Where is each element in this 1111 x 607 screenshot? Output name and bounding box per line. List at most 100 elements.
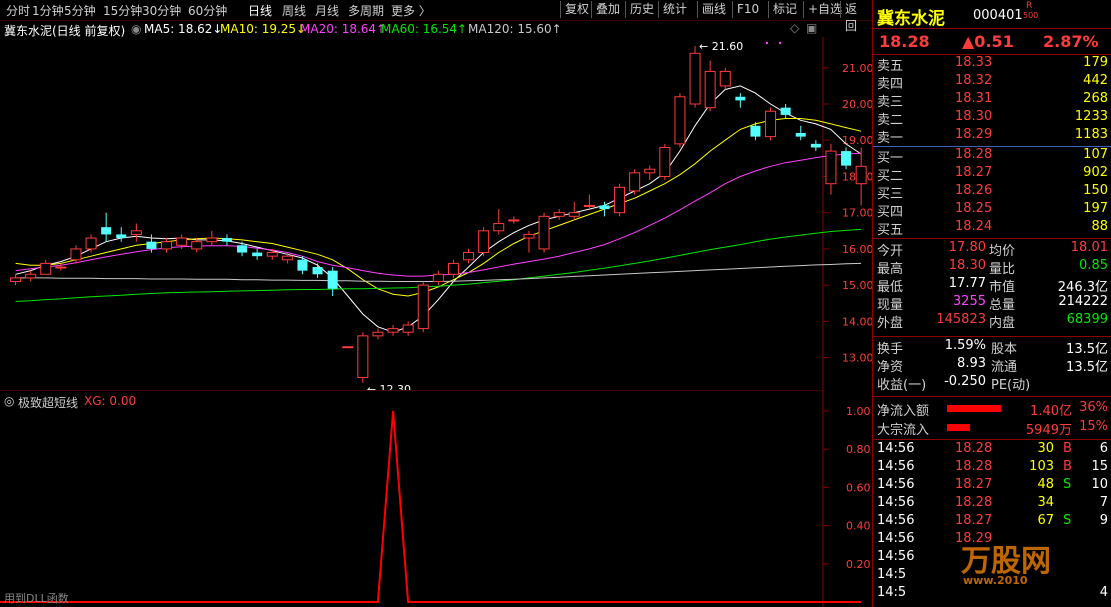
candle-body — [357, 335, 369, 379]
period-tab-0[interactable]: 分时 — [6, 2, 30, 19]
period-tab-5[interactable]: 60分钟 — [188, 2, 227, 19]
period-tab-3[interactable]: 15分钟 — [103, 2, 142, 19]
bids-price: 18.25 — [955, 201, 993, 216]
stat-value: 18.30 — [948, 258, 986, 273]
flow-bar — [947, 405, 1001, 412]
stat-label: 最低 — [877, 280, 904, 295]
dropdown-icon[interactable]: ◉ — [131, 22, 141, 36]
candle-body — [342, 346, 354, 349]
bids-price: 18.24 — [955, 219, 993, 234]
period-tab-6[interactable]: 日线 — [248, 2, 272, 19]
candle-body — [10, 277, 22, 283]
y-tick-label: 16.00 — [842, 243, 872, 256]
candle-body — [281, 255, 293, 261]
stock-code: 000401 — [973, 8, 1023, 23]
candle-body — [689, 52, 701, 105]
candle-body — [191, 241, 203, 250]
separator — [873, 439, 1111, 440]
ma-label-3: MA60: 16.54↑ — [381, 22, 468, 36]
candle-body — [432, 273, 444, 283]
tick-price: 18.28 — [955, 495, 993, 510]
asks-price: 18.33 — [955, 55, 993, 70]
period-tab-10[interactable]: 更多 〉 — [391, 2, 431, 19]
period-tab-1[interactable]: 1分钟 — [32, 2, 64, 19]
y-tick-label: 15.00 — [842, 279, 872, 292]
tick-time: 14:56 — [877, 477, 915, 492]
high-price-label: ← 21.60 — [699, 40, 743, 53]
ma-label-2: MA20: 18.64↑ — [300, 22, 387, 36]
stat-value: 145823 — [936, 312, 986, 327]
candle-body — [841, 151, 852, 166]
candle-body — [297, 259, 308, 271]
tick-price: 18.28 — [955, 441, 993, 456]
candle-body — [25, 273, 37, 279]
separator — [873, 238, 1111, 239]
toolbar-button-5[interactable]: F10 — [732, 1, 763, 18]
asks-volume: 1233 — [1074, 109, 1108, 124]
candle-body — [252, 252, 263, 257]
separator — [873, 336, 1111, 337]
toolbar-button-6[interactable]: 标记 — [768, 1, 801, 18]
candle-body — [387, 328, 399, 333]
candle-body — [40, 262, 52, 275]
y-tick-label: 14.00 — [842, 315, 872, 328]
period-tab-2[interactable]: 5分钟 — [64, 2, 96, 19]
margin-badge: R — [1026, 1, 1033, 11]
stat-value: 214222 — [1058, 294, 1108, 309]
bids-label: 买五 — [877, 223, 904, 238]
period-tab-4[interactable]: 30分钟 — [142, 2, 181, 19]
diamond-icon[interactable]: ◇ — [790, 21, 799, 35]
flow-amount: 5949万 — [1025, 423, 1072, 438]
stat2-label: PE(动) — [991, 378, 1031, 393]
tick-count: 6 — [1099, 441, 1108, 456]
toolbar-button-3[interactable]: 统计 — [658, 1, 691, 18]
tick-side: S — [1063, 513, 1072, 528]
toolbar-button-8[interactable]: 返回 — [840, 1, 872, 33]
tick-count: 9 — [1099, 513, 1108, 528]
candle-body — [583, 204, 595, 207]
period-tab-7[interactable]: 周线 — [282, 2, 306, 19]
candle-body — [629, 172, 641, 192]
stat-value: 17.80 — [948, 240, 986, 255]
tick-volume: 48 — [1037, 477, 1054, 492]
toolbar-button-0[interactable]: 复权 — [560, 1, 593, 18]
tick-count: 15 — [1091, 459, 1108, 474]
stat-value: 18.01 — [1070, 240, 1108, 255]
candle-body — [116, 234, 127, 239]
period-tab-8[interactable]: 月线 — [315, 2, 339, 19]
bids-price: 18.26 — [955, 183, 993, 198]
toolbar-button-2[interactable]: 历史 — [625, 1, 658, 18]
toolbar-button-4[interactable]: 画线 — [697, 1, 730, 18]
indicator-toggle-icon[interactable]: ◎ — [4, 394, 14, 408]
stat-label: 最高 — [877, 262, 904, 277]
stat-value: 0.85 — [1079, 258, 1108, 273]
price-change-pct: 2.87% — [1043, 32, 1099, 51]
tick-time: 14:56 — [877, 513, 915, 528]
stock-name: 冀东水泥 — [877, 9, 945, 29]
tick-time: 14:56 — [877, 531, 915, 546]
stat2-label: 股本 — [991, 342, 1018, 357]
window-icon[interactable]: ▣ — [806, 21, 817, 35]
tick-count: 4 — [1099, 585, 1108, 600]
candle-body — [101, 227, 112, 235]
tick-count: 10 — [1091, 477, 1108, 492]
tick-price: 18.28 — [955, 459, 993, 474]
tick-time: 14:5 — [877, 567, 907, 582]
period-tab-9[interactable]: 多周期 — [348, 2, 384, 19]
tick-time: 14:56 — [877, 549, 915, 564]
tick-price: 18.27 — [955, 513, 993, 528]
candle-body — [855, 165, 867, 185]
stat2-value: 13.5亿 — [1066, 360, 1108, 375]
candle-body — [447, 262, 459, 275]
candle-body — [719, 70, 731, 87]
candle-body — [704, 70, 716, 109]
bids-label: 买四 — [877, 205, 904, 220]
bids-price: 18.28 — [955, 147, 993, 162]
tick-side: B — [1063, 459, 1072, 474]
candle-body — [463, 252, 475, 261]
asks-label: 卖一 — [877, 131, 904, 146]
bids-volume: 197 — [1083, 201, 1108, 216]
toolbar-button-1[interactable]: 叠加 — [591, 1, 624, 18]
tick-time: 14:56 — [877, 441, 915, 456]
index-badge: 500 — [1023, 11, 1039, 20]
